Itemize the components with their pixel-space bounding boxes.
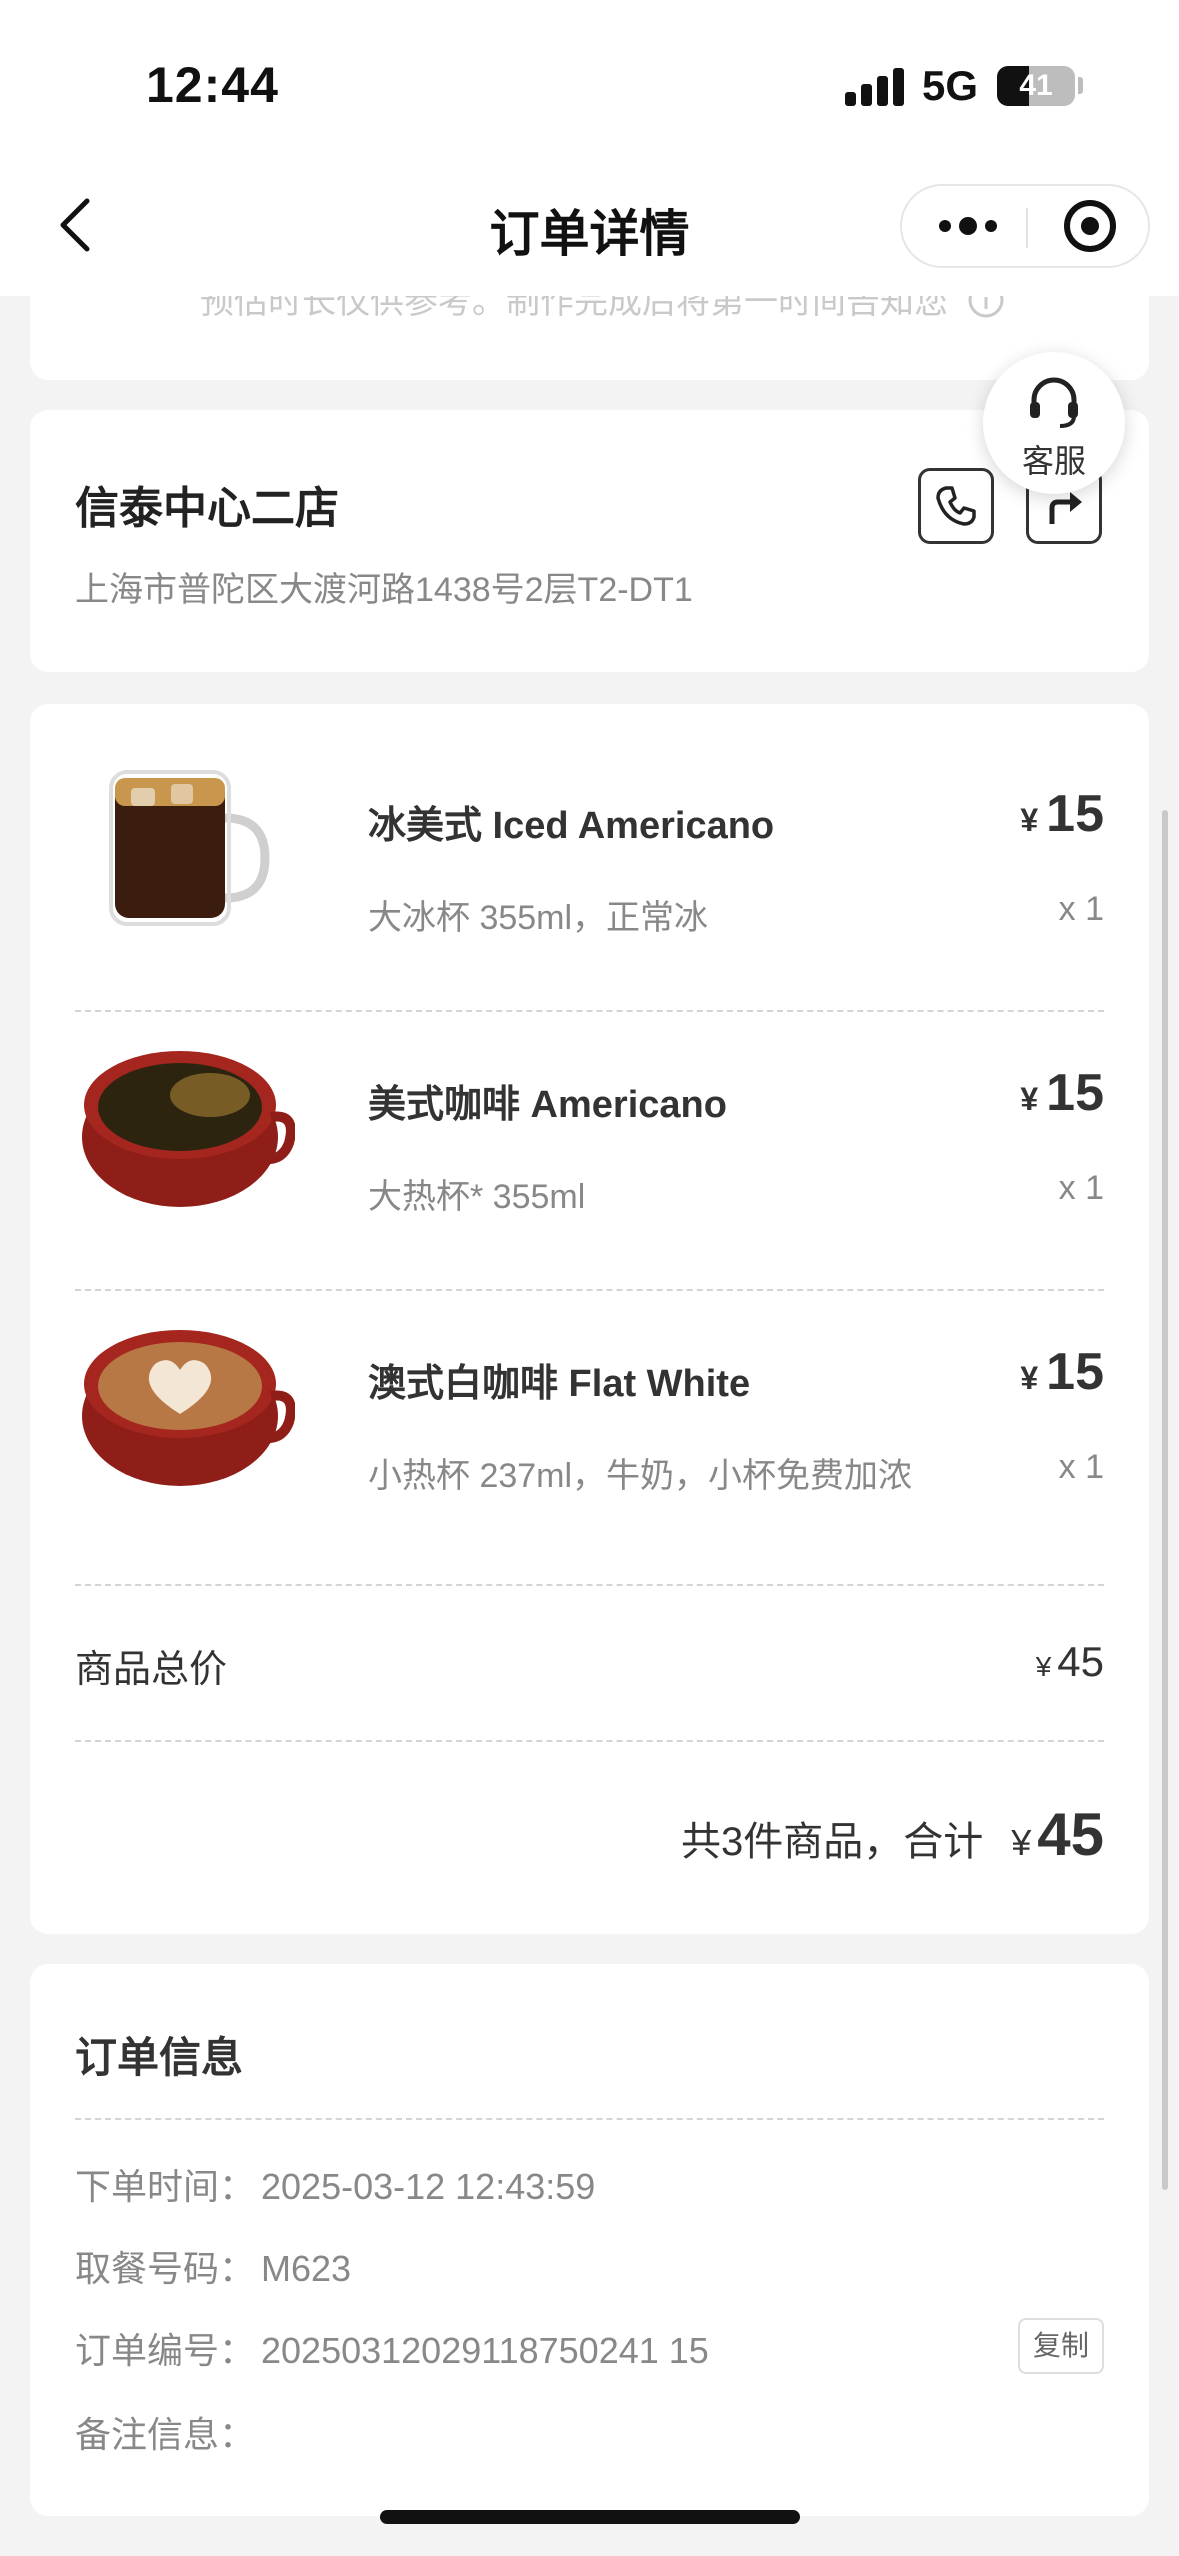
order-number-row: 订单编号： 20250312029118750241 15 bbox=[75, 2322, 709, 2374]
flat-white-image bbox=[82, 1330, 295, 1486]
item-name: 美式咖啡 Americano bbox=[368, 1084, 727, 1126]
info-value: M623 bbox=[261, 2248, 352, 2289]
more-dot-icon bbox=[939, 220, 951, 232]
network-type: 5G bbox=[922, 62, 979, 109]
status-time: 12:44 bbox=[146, 57, 279, 113]
info-value: 20250312029118750241 15 bbox=[261, 2330, 709, 2371]
currency-symbol: ¥ bbox=[1020, 802, 1039, 838]
store-name: 信泰中心二店 bbox=[75, 484, 339, 533]
copy-order-number-button[interactable]: 复制 bbox=[1018, 2318, 1104, 2374]
scrollbar[interactable] bbox=[1162, 810, 1168, 2190]
store-address: 上海市普陀区大渡河路1438号2层T2-DT1 bbox=[75, 571, 693, 609]
item-quantity: x 1 bbox=[1058, 1448, 1104, 1486]
info-key: 备注信息： bbox=[75, 2414, 256, 2455]
item-price: ¥15 bbox=[1020, 1342, 1104, 1402]
item-spec: 小热杯 237ml，牛奶，小杯免费加浓 bbox=[368, 1457, 913, 1495]
info-key: 取餐号码： bbox=[75, 2248, 256, 2289]
item-name: 澳式白咖啡 Flat White bbox=[368, 1363, 751, 1405]
item-quantity: x 1 bbox=[1058, 890, 1104, 928]
subtotal-value: ¥45 bbox=[1036, 1638, 1104, 1686]
list-item[interactable]: 澳式白咖啡 Flat White 小热杯 237ml，牛奶，小杯免费加浓 ¥15… bbox=[75, 1262, 1104, 1541]
subtotal-label: 商品总价 bbox=[75, 1649, 228, 1691]
miniapp-capsule bbox=[900, 184, 1150, 268]
item-divider bbox=[75, 1584, 1104, 1586]
order-items-card: 冰美式 Iced Americano 大冰杯 355ml，正常冰 ¥15 x 1… bbox=[30, 704, 1149, 1934]
battery-icon: 41 bbox=[997, 66, 1075, 106]
currency-symbol: ¥ bbox=[1011, 1822, 1032, 1863]
battery-percent: 41 bbox=[1019, 69, 1053, 102]
nav-bar: 订单详情 bbox=[0, 160, 1179, 296]
info-key: 订单编号： bbox=[75, 2330, 256, 2371]
status-bar: 12:44 5G 41 bbox=[0, 0, 1179, 160]
item-price: ¥15 bbox=[1020, 784, 1104, 844]
info-divider bbox=[75, 2118, 1104, 2120]
item-spec: 大冰杯 355ml，正常冰 bbox=[368, 899, 709, 937]
total-label: 共3件商品，合计 bbox=[680, 1820, 984, 1864]
subtotal-amount: 45 bbox=[1057, 1638, 1104, 1685]
currency-symbol: ¥ bbox=[1020, 1360, 1039, 1396]
item-price: ¥15 bbox=[1020, 1063, 1104, 1123]
currency-symbol: ¥ bbox=[1035, 1651, 1052, 1682]
store-card: 信泰中心二店 上海市普陀区大渡河路1438号2层T2-DT1 bbox=[30, 410, 1149, 672]
item-quantity: x 1 bbox=[1058, 1169, 1104, 1207]
more-dot-icon bbox=[985, 220, 997, 232]
americano-image bbox=[82, 1051, 295, 1207]
headset-icon bbox=[1030, 377, 1078, 428]
order-time-row: 下单时间： 2025-03-12 12:43:59 bbox=[75, 2158, 595, 2210]
item-price-value: 15 bbox=[1046, 1343, 1104, 1401]
remarks-row: 备注信息： bbox=[75, 2406, 261, 2458]
phone-icon bbox=[936, 486, 976, 526]
summary-divider bbox=[75, 1740, 1104, 1742]
iced-americano-image bbox=[109, 770, 270, 926]
total-amount: 45 bbox=[1037, 1801, 1104, 1868]
item-name: 冰美式 Iced Americano bbox=[368, 805, 775, 847]
currency-symbol: ¥ bbox=[1020, 1081, 1039, 1117]
customer-service-label: 客服 bbox=[1021, 443, 1086, 479]
battery-tip bbox=[1078, 77, 1083, 94]
item-spec: 大热杯* 355ml bbox=[368, 1178, 586, 1216]
signal-icon bbox=[845, 68, 905, 106]
info-value: 2025-03-12 12:43:59 bbox=[261, 2166, 596, 2207]
pickup-code-row: 取餐号码： M623 bbox=[75, 2240, 351, 2292]
list-item[interactable]: 冰美式 Iced Americano 大冰杯 355ml，正常冰 ¥15 x 1 bbox=[75, 704, 1104, 983]
close-miniapp-button[interactable] bbox=[1038, 186, 1142, 266]
more-button[interactable] bbox=[916, 186, 1020, 266]
order-info-title: 订单信息 bbox=[75, 2034, 244, 2081]
info-key: 下单时间： bbox=[75, 2166, 256, 2207]
item-price-value: 15 bbox=[1046, 1064, 1104, 1122]
list-item[interactable]: 美式咖啡 Americano 大热杯* 355ml ¥15 x 1 bbox=[75, 983, 1104, 1262]
target-icon bbox=[1064, 200, 1116, 252]
order-info-card: 订单信息 下单时间： 2025-03-12 12:43:59 取餐号码： M623 … bbox=[30, 1964, 1149, 2516]
item-price-value: 15 bbox=[1046, 785, 1104, 843]
order-total: 共3件商品，合计 ¥45 bbox=[681, 1800, 1104, 1869]
more-dot-icon bbox=[959, 217, 977, 235]
customer-service-button[interactable]: 客服 bbox=[983, 352, 1125, 494]
home-indicator[interactable] bbox=[380, 2510, 800, 2524]
capsule-divider bbox=[1026, 208, 1028, 248]
